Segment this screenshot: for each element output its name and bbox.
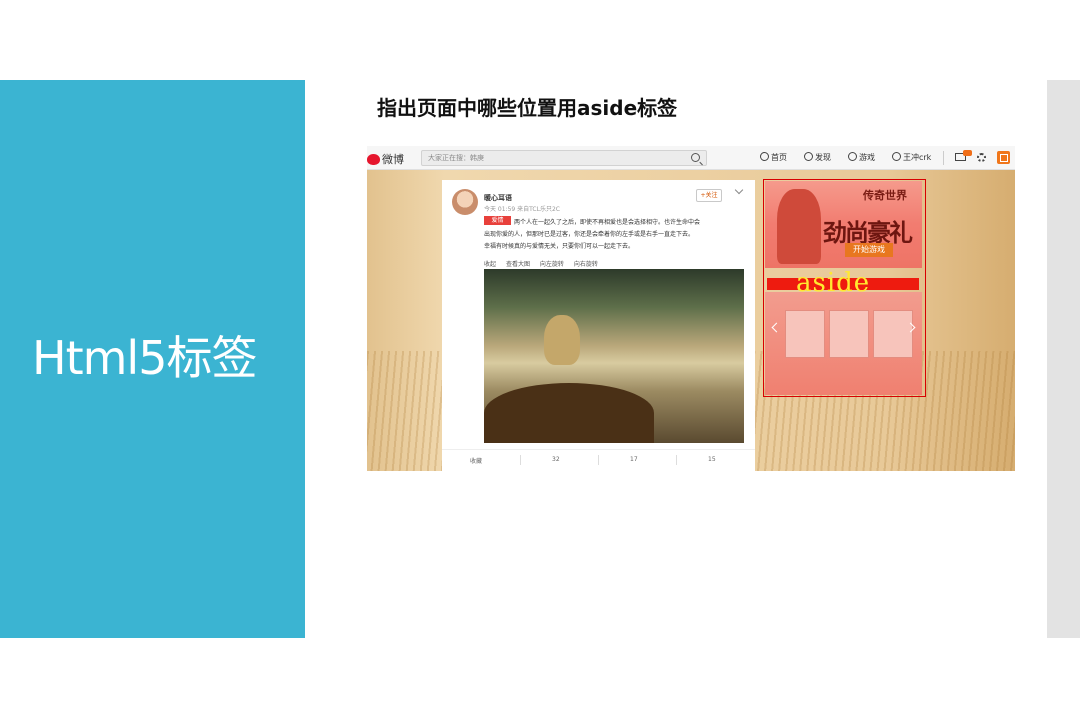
game-ad[interactable]: 传奇世界 劲尚豪礼 开始游戏 xyxy=(765,181,922,268)
carousel-item[interactable] xyxy=(829,310,869,358)
rotate-left-action[interactable]: 向左旋转 xyxy=(540,261,564,268)
avatar[interactable] xyxy=(452,189,478,215)
nav-home[interactable]: 首页 xyxy=(760,152,787,163)
footer-divider xyxy=(598,455,599,465)
search-placeholder: 大家正在搜：韩庚 xyxy=(428,154,484,162)
post-photo[interactable] xyxy=(484,269,744,443)
nav-game-label: 游戏 xyxy=(859,153,875,162)
aside-highlight: 传奇世界 劲尚豪礼 开始游戏 aside xyxy=(763,179,926,397)
post-text-line: 出现你爱的人，但那时已是过客，你还是会牵着你的左手或是右手一直走下去。 xyxy=(484,231,695,238)
nav-divider xyxy=(943,151,944,165)
notification-badge xyxy=(963,150,972,156)
post-text-line: 幸福有时候真的与爱情无关，只要你们可以一起走下去。 xyxy=(484,243,635,250)
slide-title: Html5标签 xyxy=(32,331,257,385)
slide: Html5标签 指出页面中哪些位置用aside标签 微博 大家正在搜：韩庚 首页… xyxy=(0,0,1080,720)
search-input[interactable]: 大家正在搜：韩庚 xyxy=(421,150,707,166)
start-game-button[interactable]: 开始游戏 xyxy=(845,243,893,257)
home-icon xyxy=(760,152,769,161)
footer-divider xyxy=(520,455,521,465)
carousel-item[interactable] xyxy=(785,310,825,358)
gear-icon[interactable] xyxy=(977,153,986,162)
feed-card: 暖心耳语 今天 01:59 来自TCL乐只2C +关注 爱情 两个人在一起久了之… xyxy=(442,180,755,471)
image-actions: 收起 查看大图 向左旋转 向右旋转 xyxy=(484,259,606,268)
nav-home-label: 首页 xyxy=(771,153,787,162)
nav-discover-label: 发现 xyxy=(815,153,831,162)
search-icon[interactable] xyxy=(691,153,700,162)
photo-person xyxy=(544,315,580,365)
nav-user-label: 王冲crk xyxy=(903,153,932,162)
arrow-left-icon[interactable] xyxy=(771,322,782,333)
post-tag[interactable]: 爱情 xyxy=(484,216,511,225)
product-carousel-ad[interactable] xyxy=(765,292,922,395)
compose-icon[interactable] xyxy=(997,151,1010,164)
photo-rock xyxy=(484,383,654,443)
ad-character xyxy=(777,189,821,264)
ad-brand: 传奇世界 xyxy=(863,189,907,202)
comment-count[interactable]: 17 xyxy=(630,456,638,463)
weibo-screenshot: 微博 大家正在搜：韩庚 首页 发现 游戏 王冲crk 暖心耳语 今天 01:59… xyxy=(367,146,1015,471)
gamepad-icon xyxy=(848,152,857,161)
nav-game[interactable]: 游戏 xyxy=(848,152,875,163)
left-panel: Html5标签 xyxy=(0,80,305,638)
favorite-button[interactable]: 收藏 xyxy=(470,456,482,465)
repost-count[interactable]: 32 xyxy=(552,456,560,463)
user-icon xyxy=(892,152,901,161)
logo-text: 微博 xyxy=(382,153,404,166)
footer-divider xyxy=(676,455,677,465)
post-author[interactable]: 暖心耳语 xyxy=(484,193,512,203)
weibo-logo[interactable]: 微博 xyxy=(367,151,404,167)
top-navbar: 微博 大家正在搜：韩庚 首页 发现 游戏 王冲crk xyxy=(367,146,1015,170)
compass-icon xyxy=(804,152,813,161)
nav-user[interactable]: 王冲crk xyxy=(892,152,931,163)
nav-discover[interactable]: 发现 xyxy=(804,152,831,163)
right-strip xyxy=(1047,80,1080,638)
post-footer: 收藏 32 17 15 xyxy=(442,449,755,471)
follow-button[interactable]: +关注 xyxy=(696,189,722,202)
question-heading: 指出页面中哪些位置用aside标签 xyxy=(377,96,678,120)
chevron-down-icon[interactable] xyxy=(734,185,744,195)
carousel-item[interactable] xyxy=(873,310,913,358)
collapse-action[interactable]: 收起 xyxy=(484,261,496,268)
like-count[interactable]: 15 xyxy=(708,456,716,463)
post-meta: 今天 01:59 来自TCL乐只2C xyxy=(484,206,560,213)
post-text-line: 两个人在一起久了之后，即使不再相爱也是会选择相守。也许生命中会 xyxy=(514,219,701,226)
view-large-action[interactable]: 查看大图 xyxy=(506,261,530,268)
weibo-logo-icon xyxy=(367,154,380,165)
rotate-right-action[interactable]: 向右旋转 xyxy=(574,261,598,268)
aside-label: aside xyxy=(796,268,871,298)
